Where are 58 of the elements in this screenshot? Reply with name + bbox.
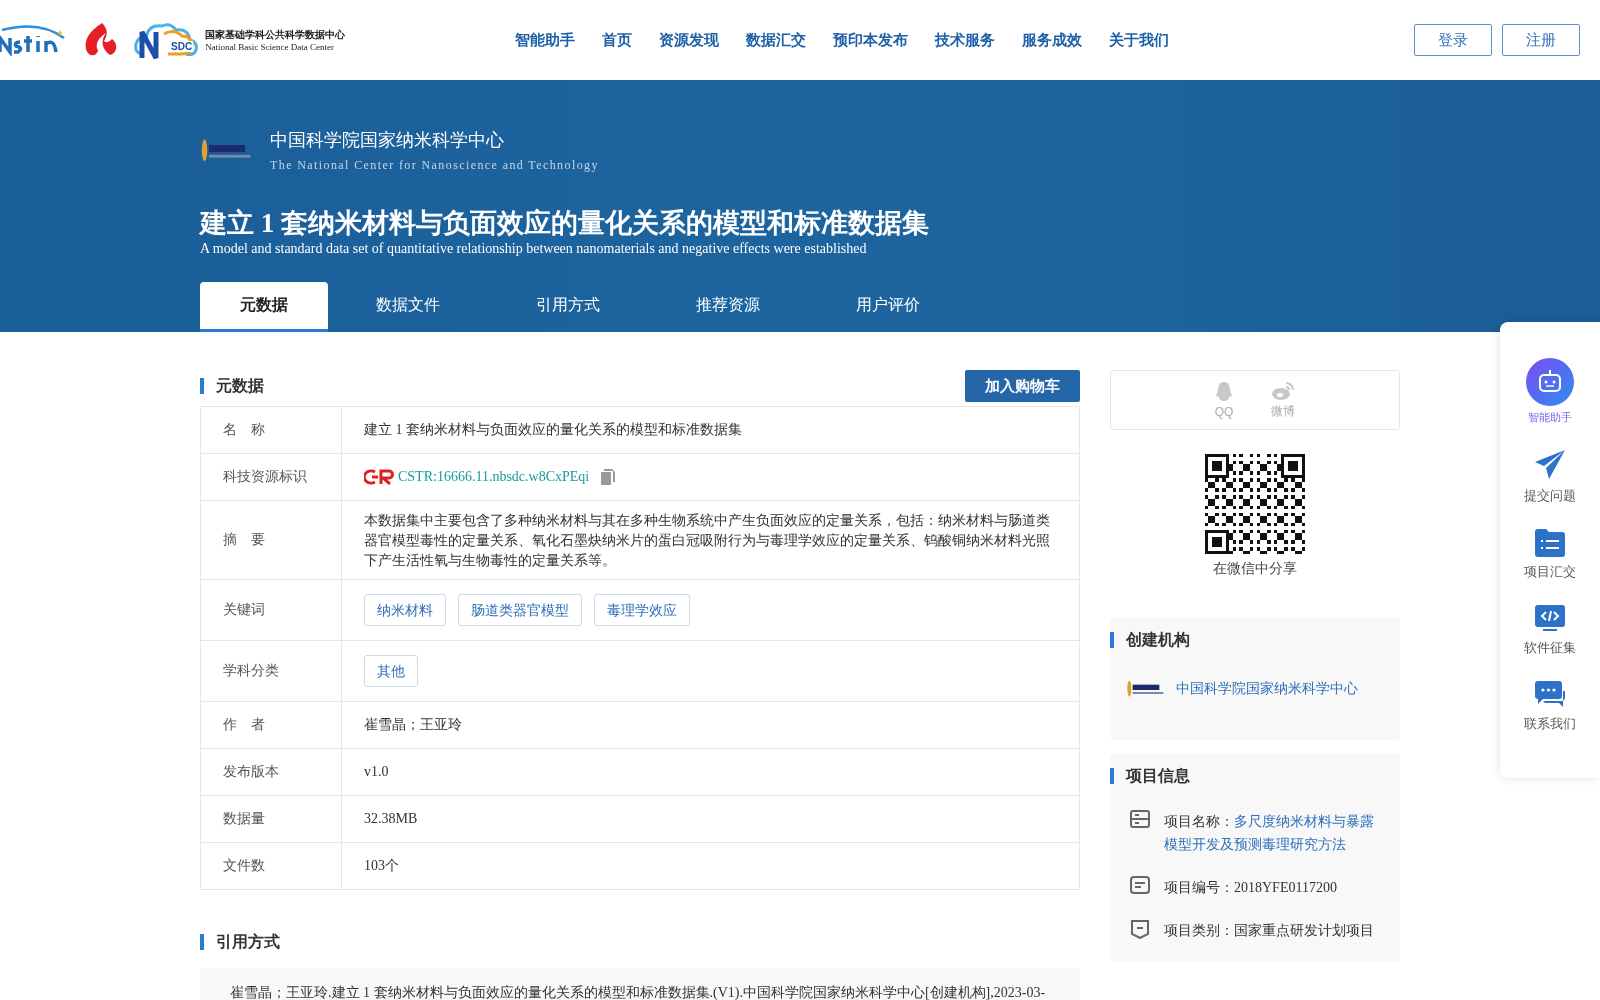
cstr-link[interactable]: CSTR:16666.11.nbsdc.w8CxPEqi — [398, 467, 590, 487]
logo-title: 国家基础学科公共科学数据中心 — [205, 28, 346, 42]
table-cell-text: 本数据集中主要包含了多种纳米材料与其在多种生物系统中产生负面效应的定量关系，包括：纳米材料与肠道类器官模型毒性的定量关系、氧化石墨炔纳米片的蛋白冠吸附行为与毒理学效应的定量关系、钨酸铜纳米材料光照下产生活性氧与生物毒性的定量关系等。 — [364, 511, 1051, 570]
table-cell-text: 崔雪晶；王亚玲 — [364, 716, 462, 734]
table-label: 发布版本 — [201, 749, 342, 795]
nav-link[interactable]: 预印本发布 — [833, 30, 908, 50]
table-label: 科技资源标识 — [201, 454, 342, 500]
table-cell-text: 建立 1 套纳米材料与负面效应的量化关系的模型和标准数据集 — [364, 421, 742, 439]
org-name-english: The National Center for Nanoscience and Technology — [270, 158, 599, 173]
table-label: 文件数 — [201, 843, 342, 889]
section-title: 元数据 — [200, 378, 264, 394]
table-cell-text: 103个 — [364, 857, 399, 875]
sidebar-link[interactable]: 联系我们 — [1524, 681, 1576, 733]
org-name: 中国科学院国家纳米科学中心 — [270, 129, 505, 152]
nav-link[interactable]: 智能助手 — [515, 30, 575, 50]
card-title: 创建机构 — [1110, 632, 1400, 648]
keyword-tag[interactable]: 毒理学效应 — [594, 594, 690, 626]
tab[interactable]: 用户评价 — [808, 282, 968, 332]
table-label: 关键词 — [201, 580, 342, 640]
table-label: 名 称 — [201, 407, 342, 453]
tab[interactable]: 数据文件 — [328, 282, 488, 332]
creator-link[interactable]: 中国科学院国家纳米科学中心 — [1176, 680, 1358, 698]
tab[interactable]: 引用方式 — [488, 282, 648, 332]
tab[interactable]: 推荐资源 — [648, 282, 808, 332]
sidebar-link[interactable]: 提交问题 — [1524, 449, 1576, 505]
table-label: 作 者 — [201, 702, 342, 748]
table-label: 摘 要 — [201, 501, 342, 579]
keyword-tag[interactable]: 肠道类器官模型 — [458, 594, 582, 626]
nav-link[interactable]: 服务成效 — [1022, 30, 1082, 50]
sidebar-link[interactable]: 智能助手 — [1526, 358, 1574, 425]
table-cell-text: 32.38MB — [364, 810, 418, 828]
nav-link[interactable]: 数据汇交 — [746, 30, 806, 50]
keyword-tag[interactable]: 纳米材料 — [364, 594, 446, 626]
logo-subtitle: National Basic Science Data Center — [205, 42, 336, 52]
card-title: 项目信息 — [1110, 768, 1400, 784]
sidebar-link[interactable]: 软件征集 — [1524, 605, 1576, 657]
add-to-cart-button[interactable]: 加入购物车 — [965, 370, 1080, 402]
nav-link[interactable]: 技术服务 — [935, 30, 995, 50]
project-field: 项目编号：2018YFE0117200 — [1164, 876, 1379, 899]
table-cell-text: v1.0 — [364, 763, 389, 781]
nav-link[interactable]: 首页 — [602, 30, 632, 50]
sidebar-link[interactable]: 项目汇交 — [1524, 529, 1576, 581]
dataset-title: 建立 1 套纳米材料与负面效应的量化关系的模型和标准数据集 — [200, 209, 930, 239]
table-label: 学科分类 — [201, 641, 342, 701]
qr-caption: 在微信中分享 — [1213, 560, 1297, 578]
citation-text: 崔雪晶；王亚玲.建立 1 套纳米材料与负面效应的量化关系的模型和标准数据集.(V1).中国科学院国家纳米科学中心[创建机构],2023-03- — [230, 984, 1047, 1000]
logo-mark: SDC — [170, 40, 194, 52]
nav-link[interactable]: 关于我们 — [1109, 30, 1169, 50]
section-title: 引用方式 — [200, 934, 280, 950]
table-label: 数据量 — [201, 796, 342, 842]
auth-button[interactable]: 注册 — [1502, 24, 1580, 56]
keyword-tag[interactable]: 其他 — [364, 655, 418, 687]
nav-link[interactable]: 资源发现 — [659, 30, 719, 50]
tab[interactable]: 元数据 — [200, 282, 328, 332]
project-field: 项目类别：国家重点研发计划项目 — [1164, 919, 1379, 942]
dataset-subtitle: A model and standard data set of quantitative relationship between nanomaterials and negative effects were established — [200, 240, 868, 257]
project-field: 项目名称：多尺度纳米材料与暴露模型开发及预测毒理研究方法 — [1164, 810, 1379, 856]
auth-button[interactable]: 登录 — [1414, 24, 1492, 56]
